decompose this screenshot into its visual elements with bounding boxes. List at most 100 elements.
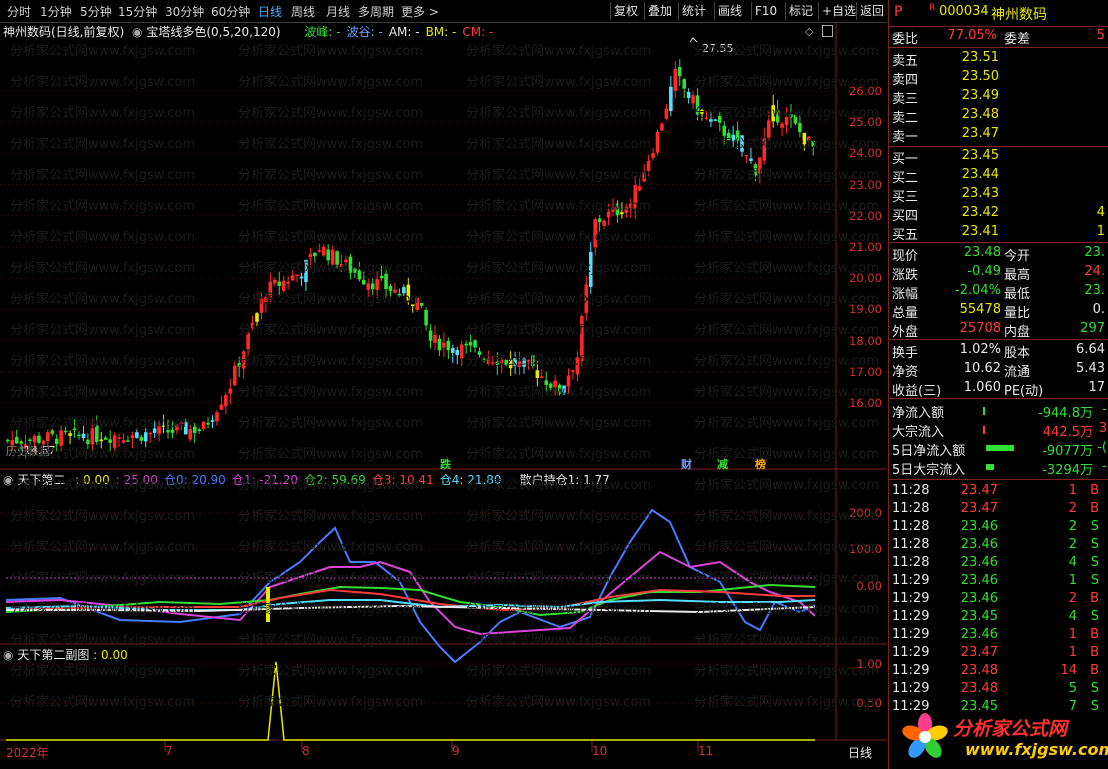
period-label[interactable]: 日线 bbox=[848, 744, 872, 761]
watermark-text: 分析家公式网www.fxjgsw.com bbox=[238, 478, 424, 493]
bid-label: 买一 bbox=[892, 152, 919, 167]
period-tab-5[interactable]: 60分钟 bbox=[211, 3, 250, 20]
toolbar-button-3[interactable]: 画线 bbox=[714, 2, 745, 20]
stats2-value: 1.060 bbox=[963, 380, 1001, 395]
bid-volume: 4 bbox=[1096, 205, 1105, 220]
tick-row: 11:28 23.47 1 B bbox=[889, 483, 1108, 501]
candle-body bbox=[464, 343, 468, 346]
tick-time: 11:29 bbox=[892, 681, 930, 696]
diamond-icon[interactable]: ◇ bbox=[805, 25, 813, 38]
watermark-text: 分析家公式网www.fxjgsw.com bbox=[466, 509, 652, 524]
main-legend-item: AM: - bbox=[388, 25, 420, 39]
tick-volume: 1 bbox=[1068, 627, 1077, 642]
tick-row: 11:28 23.46 2 S bbox=[889, 537, 1108, 555]
watermark-text: 分析家公式网www.fxjgsw.com bbox=[238, 44, 424, 59]
period-tab-10[interactable]: 更多 > bbox=[401, 3, 439, 20]
time-axis-label: 11 bbox=[698, 744, 714, 758]
period-tab-3[interactable]: 15分钟 bbox=[118, 3, 157, 20]
tick-volume: 2 bbox=[1068, 591, 1077, 606]
watermark-text: 分析家公式网www.fxjgsw.com bbox=[694, 168, 880, 183]
indicator-name[interactable]: 宝塔线多色(0,5,20,120) bbox=[146, 25, 280, 39]
candle-body bbox=[660, 123, 664, 131]
candle-body bbox=[535, 370, 540, 379]
toolbar-button-6[interactable]: +自选 bbox=[818, 2, 859, 20]
toolbar-button-7[interactable]: 返回 bbox=[856, 2, 887, 20]
candle-body bbox=[655, 131, 660, 153]
weicha-label: 委差 bbox=[1004, 32, 1031, 47]
tick-time: 11:28 bbox=[892, 537, 930, 552]
stats-value: 24. bbox=[1084, 264, 1105, 279]
watermark-text: 分析家公式网www.fxjgsw.com bbox=[694, 509, 880, 524]
time-axis-label: 10 bbox=[592, 744, 608, 758]
period-tab-8[interactable]: 月线 bbox=[326, 3, 350, 20]
tick-side: B bbox=[1090, 483, 1099, 498]
candle-body bbox=[130, 435, 135, 439]
watermark-text: 分析家公式网www.fxjgsw.com bbox=[10, 137, 196, 152]
ask-label: 卖五 bbox=[892, 54, 919, 69]
candle-body bbox=[744, 155, 749, 157]
watermark-text: 分析家公式网www.fxjgsw.com bbox=[466, 416, 652, 431]
period-tab-1[interactable]: 1分钟 bbox=[40, 3, 72, 20]
flow-row: 大宗流入 442.5万 3 bbox=[889, 421, 1108, 440]
watermark-text: 分析家公式网www.fxjgsw.com bbox=[10, 385, 196, 400]
watermark-text: 分析家公式网www.fxjgsw.com bbox=[466, 230, 652, 245]
period-tab-9[interactable]: 多周期 bbox=[358, 3, 394, 20]
toolbar-button-0[interactable]: 复权 bbox=[610, 2, 641, 20]
tick-volume: 5 bbox=[1068, 681, 1077, 696]
toolbar-button-1[interactable]: 叠加 bbox=[644, 2, 675, 20]
stats-label: 总量 bbox=[892, 306, 919, 321]
watermark-text: 分析家公式网www.fxjgsw.com bbox=[10, 44, 196, 59]
period-tab-6[interactable]: 日线 bbox=[258, 3, 282, 20]
candle-body bbox=[664, 108, 669, 119]
candle-body bbox=[81, 433, 86, 439]
signal-finance[interactable]: 财 bbox=[681, 456, 692, 472]
toolbar-button-5[interactable]: 标记 bbox=[785, 2, 816, 20]
candle-body bbox=[451, 348, 455, 353]
watermark-text: 分析家公式网www.fxjgsw.com bbox=[694, 75, 880, 90]
watermark-text: 分析家公式网www.fxjgsw.com bbox=[10, 261, 196, 276]
tick-time: 11:29 bbox=[892, 627, 930, 642]
weicha-value: 5 bbox=[1096, 28, 1105, 43]
bid-price: 23.45 bbox=[961, 148, 999, 163]
period-tab-0[interactable]: 分时 bbox=[7, 3, 31, 20]
watermark-text: 分析家公式网www.fxjgsw.com bbox=[466, 106, 652, 121]
candle-body bbox=[321, 246, 326, 256]
tick-price: 23.46 bbox=[960, 537, 998, 552]
stats-label: 外盘 bbox=[892, 325, 919, 340]
watermark-text: 分析家公式网www.fxjgsw.com bbox=[694, 354, 880, 369]
bid-price: 23.44 bbox=[961, 167, 999, 182]
tick-volume: 1 bbox=[1068, 573, 1077, 588]
watermark-text: 分析家公式网www.fxjgsw.com bbox=[694, 478, 880, 493]
main-panel-header: 神州数码(日线,前复权) ◉ 宝塔线多色(0,5,20,120) 波峰: - 波谷… bbox=[3, 23, 499, 40]
logo-title: 分析家公式网 bbox=[953, 718, 1068, 740]
bid-label: 买三 bbox=[892, 190, 919, 205]
indicator-toggle-icon[interactable]: ◉ bbox=[132, 25, 142, 39]
tick-time: 11:29 bbox=[892, 663, 930, 678]
watermark-text: 分析家公式网www.fxjgsw.com bbox=[238, 137, 424, 152]
watermark-text: 分析家公式网www.fxjgsw.com bbox=[10, 199, 196, 214]
tick-price: 23.48 bbox=[960, 681, 998, 696]
tick-row: 11:29 23.48 14 B bbox=[889, 663, 1108, 681]
period-tab-2[interactable]: 5分钟 bbox=[80, 3, 112, 20]
candle-body bbox=[468, 342, 473, 346]
stats2-value: 10.62 bbox=[963, 361, 1001, 376]
restore-panel-icon[interactable] bbox=[822, 25, 833, 37]
stats-value: 0. bbox=[1092, 302, 1105, 317]
period-tab-4[interactable]: 30分钟 bbox=[165, 3, 204, 20]
toolbar-button-2[interactable]: 统计 bbox=[678, 2, 709, 20]
bid-row: 买一 23.45 bbox=[889, 148, 1108, 167]
watermark-text: 分析家公式网www.fxjgsw.com bbox=[466, 292, 652, 307]
watermark-text: 分析家公式网www.fxjgsw.com bbox=[694, 230, 880, 245]
candle-body bbox=[749, 158, 753, 162]
watermark-text: 分析家公式网www.fxjgsw.com bbox=[466, 695, 652, 710]
chart-area[interactable]: 神州数码(日线,前复权) ◉ 宝塔线多色(0,5,20,120) 波峰: - 波谷… bbox=[0, 22, 887, 769]
toolbar-button-4[interactable]: F10 bbox=[751, 2, 780, 20]
watermark-text: 分析家公式网www.fxjgsw.com bbox=[466, 168, 652, 183]
tick-price: 23.46 bbox=[960, 555, 998, 570]
main-legend-item: CM: - bbox=[462, 25, 494, 39]
period-tab-7[interactable]: 周线 bbox=[291, 3, 315, 20]
watermark-text: 分析家公式网www.fxjgsw.com bbox=[694, 447, 880, 462]
candle-body bbox=[68, 433, 72, 436]
watermark-text: 分析家公式网www.fxjgsw.com bbox=[10, 664, 196, 679]
signal-fall[interactable]: 跌 bbox=[440, 456, 451, 472]
